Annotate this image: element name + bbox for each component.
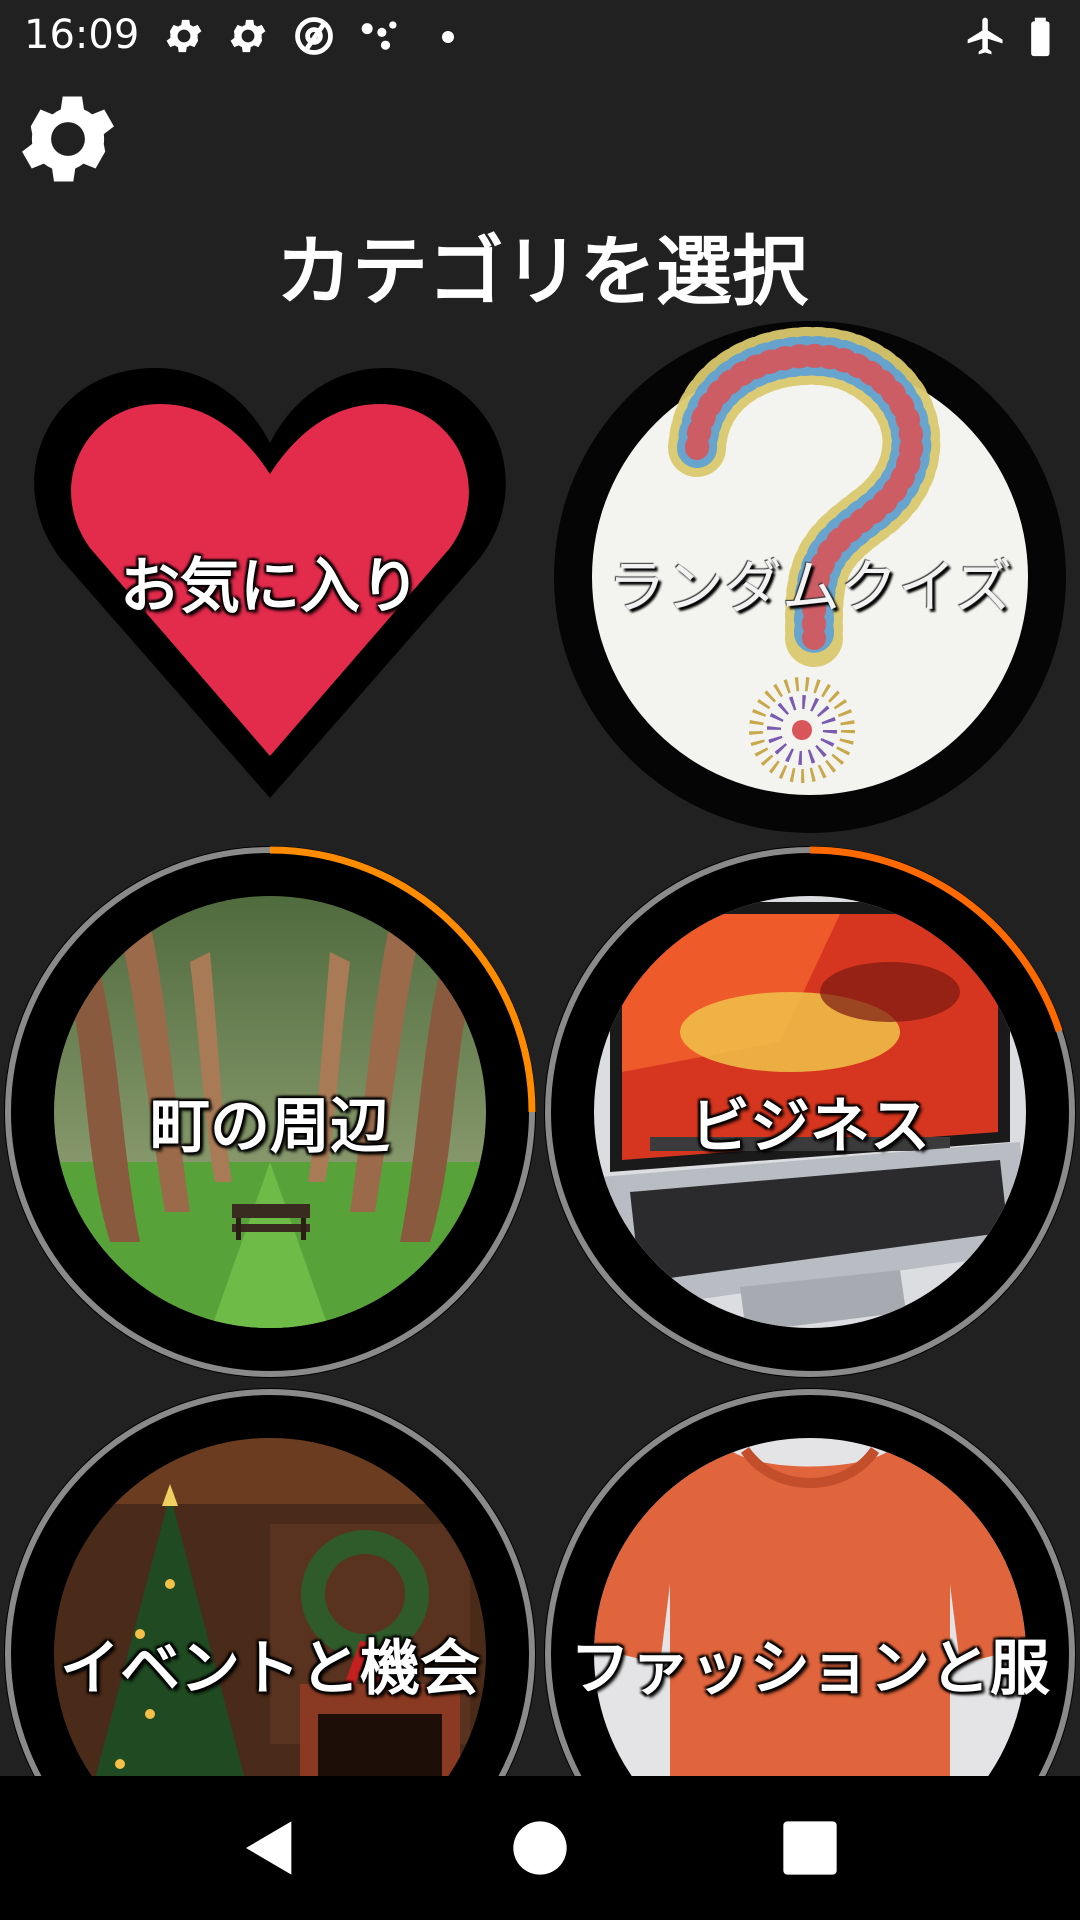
town-label: 町の周辺 [150, 1092, 390, 1162]
recents-icon[interactable] [778, 1816, 842, 1880]
home-icon[interactable] [508, 1816, 572, 1880]
status-bar: 16:09 [0, 0, 1080, 72]
business-category-tile[interactable]: ビジネス [540, 842, 1080, 1382]
settings-gear-button[interactable] [10, 80, 126, 198]
random-quiz-label: ランダムクイズ [607, 553, 1013, 621]
gear-icon [166, 19, 202, 53]
events-label: イベントと機会 [60, 1634, 480, 1704]
airplane-icon [967, 17, 1003, 55]
gear-icon [230, 19, 266, 53]
battery-icon [1031, 17, 1050, 57]
back-icon[interactable] [238, 1816, 302, 1880]
status-time: 16:09 [24, 12, 140, 58]
random-quiz-tile[interactable]: ランダムクイズ [552, 318, 1068, 836]
at-sign-icon [295, 17, 333, 55]
page-title: カテゴリを選択 [276, 227, 808, 316]
dots-icon [361, 21, 397, 50]
dot-icon [442, 31, 454, 43]
navigation-bar [0, 1776, 1080, 1920]
fashion-label: ファッションと服 [570, 1634, 1050, 1704]
town-category-tile[interactable]: 町の周辺 [0, 842, 540, 1382]
favorites-tile[interactable]: お気に入り [30, 368, 510, 800]
business-label: ビジネス [690, 1092, 930, 1162]
favorites-label: お気に入り [120, 552, 420, 622]
